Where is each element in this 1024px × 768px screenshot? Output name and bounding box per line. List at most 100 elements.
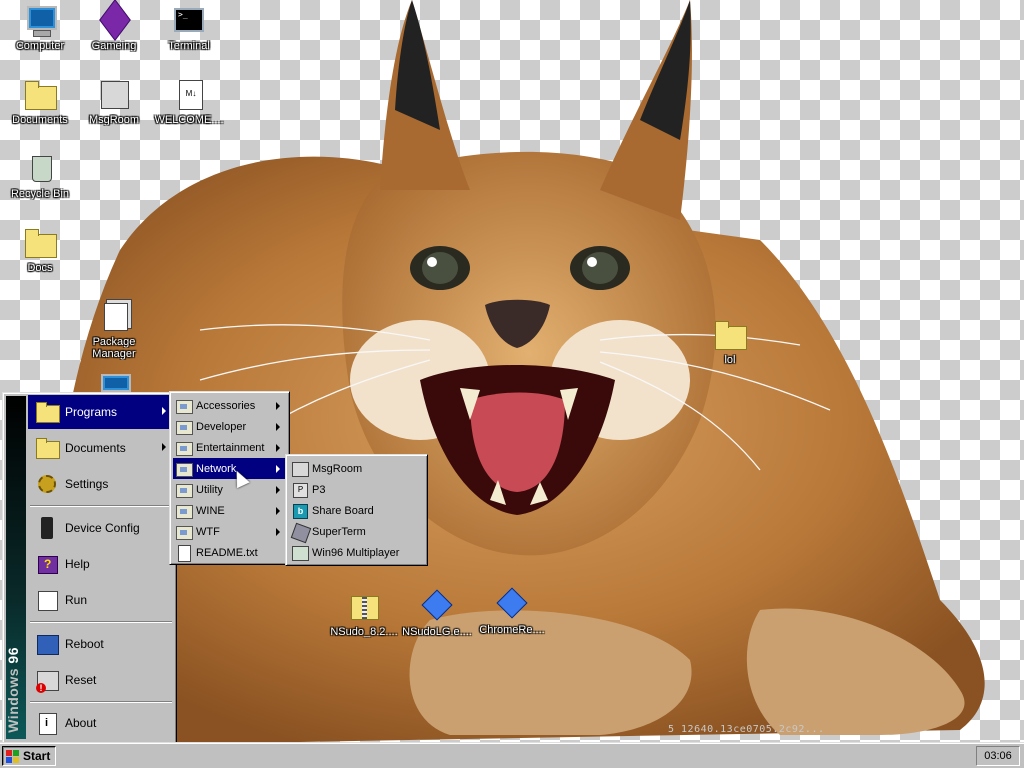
reset-icon — [35, 668, 59, 693]
start-menu-label: Documents — [65, 441, 126, 455]
package-manager-icon — [97, 300, 131, 334]
start-menu-settings[interactable]: Settings — [28, 467, 172, 501]
start-menu-documents[interactable]: Documents — [28, 431, 172, 465]
terminal-icon: >_ — [172, 4, 206, 38]
programs-item-network[interactable]: Network — [173, 458, 286, 479]
game-cube-icon — [97, 0, 131, 41]
start-menu-banner: Windows 96 — [5, 396, 26, 739]
start-menu-label: Run — [65, 593, 88, 607]
desktop-icon-label: lol — [724, 354, 736, 366]
desktop-icon-partial[interactable] — [74, 372, 154, 392]
programs-submenu: Accessories Developer Entertainment Netw… — [169, 391, 290, 565]
network-submenu: MsgRoom P P3 b Share Board SuperTerm Win… — [285, 454, 428, 566]
desktop-icon-computer[interactable]: Computer — [0, 4, 80, 52]
computer-icon — [97, 372, 131, 392]
msgroom-icon — [97, 78, 131, 112]
settings-gear-icon — [35, 472, 59, 496]
submenu-arrow-icon — [162, 443, 166, 451]
start-menu-device-config[interactable]: Device Config — [28, 511, 172, 545]
desktop-icon-label: Documents — [12, 114, 68, 126]
desktop-icon-nsudolg[interactable]: NSudoLG.e.... — [397, 589, 477, 638]
start-menu: Windows 96 Programs Documents Settings D… — [2, 392, 177, 744]
desktop-icon-terminal[interactable]: >_ Terminal — [149, 4, 229, 52]
desktop-icon-documents[interactable]: Documents — [0, 78, 80, 126]
submenu-arrow-icon — [276, 465, 280, 473]
desktop-icon-nsudo[interactable]: NSudo_8.2.... — [324, 590, 404, 638]
desktop-icon-label: NSudo_8.2.... — [330, 626, 398, 638]
p3-icon: P — [292, 482, 308, 498]
desktop-icon-label: MsgRoom — [88, 114, 140, 126]
start-menu-programs[interactable]: Programs — [28, 395, 172, 429]
menu-separator — [30, 701, 172, 703]
desktop-icon-msgroom[interactable]: MsgRoom — [74, 78, 154, 126]
desktop-icon-welcome[interactable]: M↓ WELCOME.... — [149, 78, 229, 126]
programs-item-wine[interactable]: WINE — [173, 500, 286, 521]
submenu-label: Entertainment — [196, 441, 265, 454]
start-menu-about[interactable]: About — [28, 706, 172, 740]
network-item-share-board[interactable]: b Share Board — [289, 500, 424, 521]
submenu-label: P3 — [312, 483, 326, 496]
caracal-ear-left-tuft — [395, 0, 440, 130]
folder-icon — [23, 78, 57, 112]
share-board-icon: b — [292, 503, 308, 519]
start-button-label: Start — [23, 749, 51, 763]
windows-logo-icon — [6, 749, 20, 763]
about-info-icon — [35, 711, 59, 735]
programs-item-readme[interactable]: README.txt — [173, 542, 286, 563]
start-menu-label: About — [65, 716, 97, 730]
start-menu-help[interactable]: Help — [28, 547, 172, 581]
reboot-icon — [35, 632, 59, 656]
computer-icon — [23, 4, 57, 38]
executable-icon — [420, 589, 454, 624]
desktop-icon-package-manager[interactable]: Package Manager — [74, 300, 154, 360]
submenu-label: SuperTerm — [312, 525, 366, 538]
desktop-icon-gameing[interactable]: Gameing — [74, 0, 154, 52]
desktop-icon-label: Docs — [27, 262, 53, 274]
network-item-msgroom[interactable]: MsgRoom — [289, 458, 424, 479]
menu-separator — [30, 621, 172, 623]
clock-text: 03:06 — [984, 750, 1012, 762]
network-item-p3[interactable]: P P3 — [289, 479, 424, 500]
multiplayer-icon — [292, 545, 309, 561]
program-group-icon — [176, 503, 193, 519]
banner-bold-text: Windows — [5, 668, 21, 733]
programs-folder-icon — [35, 400, 60, 424]
programs-item-developer[interactable]: Developer — [173, 416, 286, 437]
submenu-label: Win96 Multiplayer — [312, 546, 400, 559]
network-item-superterm[interactable]: SuperTerm — [289, 521, 424, 543]
program-group-icon — [176, 440, 193, 456]
desktop-icon-chromere[interactable]: ChromeRe.... — [472, 587, 552, 636]
markdown-file-icon: M↓ — [172, 78, 206, 112]
documents-folder-icon — [35, 436, 60, 460]
build-watermark: 5 12640.13ce0705.2c92... — [668, 724, 825, 735]
desktop-icon-lol[interactable]: lol — [690, 318, 770, 366]
submenu-label: WINE — [196, 504, 225, 517]
start-menu-run[interactable]: Run — [28, 583, 172, 617]
desktop-icon-recycle-bin[interactable]: Recycle Bin — [0, 152, 80, 200]
start-menu-reboot[interactable]: Reboot — [28, 627, 172, 661]
submenu-label: MsgRoom — [312, 462, 363, 475]
desktop-icon-docs[interactable]: Docs — [0, 226, 80, 274]
start-menu-label: Settings — [65, 477, 109, 491]
recycle-bin-icon — [23, 152, 57, 186]
run-icon — [35, 588, 59, 612]
submenu-arrow-icon — [162, 407, 166, 415]
program-group-icon — [176, 524, 193, 540]
taskbar: Start 03:06 — [0, 742, 1024, 768]
start-menu-label: Reboot — [65, 637, 104, 651]
programs-item-wtf[interactable]: WTF — [173, 521, 286, 542]
programs-item-utility[interactable]: Utility — [173, 479, 286, 500]
submenu-arrow-icon — [276, 444, 280, 452]
programs-item-entertainment[interactable]: Entertainment — [173, 437, 286, 458]
programs-item-accessories[interactable]: Accessories — [173, 395, 286, 416]
start-button[interactable]: Start — [2, 746, 56, 766]
system-tray-clock[interactable]: 03:06 — [976, 746, 1020, 766]
network-item-win96-multiplayer[interactable]: Win96 Multiplayer — [289, 542, 424, 563]
submenu-label: Accessories — [196, 399, 256, 412]
start-menu-label: Programs — [65, 405, 118, 419]
desktop-icon-label-line2: Manager — [92, 348, 136, 360]
desktop-icon-label-line1: Package — [92, 336, 136, 348]
start-menu-reset[interactable]: Reset — [28, 663, 172, 697]
submenu-arrow-icon — [276, 402, 280, 410]
msgroom-icon — [292, 461, 309, 477]
